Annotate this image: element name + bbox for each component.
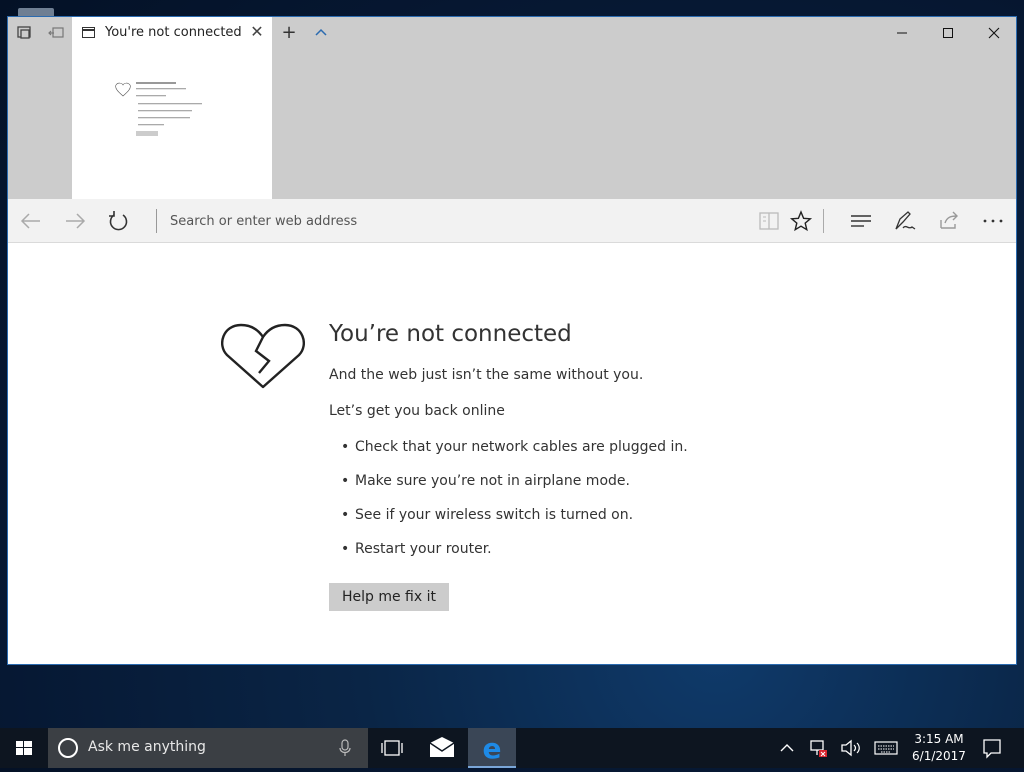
minimize-button[interactable] [882,21,922,45]
tab-active[interactable]: You're not connected ✕ [72,17,272,199]
tab-header[interactable]: You're not connected ✕ [72,17,272,49]
close-window-button[interactable] [974,21,1014,45]
show-hidden-icons-chevron-icon[interactable] [776,728,798,768]
new-tab-button[interactable]: + [276,21,302,45]
book-icon[interactable] [756,209,782,233]
troubleshooting-list: Check that your network cables are plugg… [329,439,688,575]
tab-title: You're not connected [105,25,242,40]
broken-heart-icon [221,323,305,389]
forward-arrow-icon[interactable] [62,209,88,233]
address-separator [156,209,157,233]
clock-time: 3:15 AM [914,732,964,746]
error-prompt: Let’s get you back online [329,403,505,419]
tabs-aside-icon[interactable] [16,25,34,41]
error-title: You’re not connected [329,321,572,347]
clock-date: 6/1/2017 [912,749,966,763]
help-me-fix-it-button[interactable]: Help me fix it [329,583,449,611]
tab-preview-toggle-icon[interactable] [308,21,334,45]
volume-icon[interactable] [838,728,864,768]
svg-text:e: e [483,732,502,765]
start-button[interactable] [0,728,48,768]
list-item: Make sure you’re not in airplane mode. [329,473,688,507]
hub-icon[interactable] [848,209,874,233]
tab-page-icon [82,27,95,38]
microphone-icon[interactable] [338,738,352,758]
address-bar-input[interactable] [170,210,590,232]
mail-icon[interactable] [418,728,466,768]
set-tabs-aside-icon[interactable] [48,25,66,41]
taskbar: Ask me anything e 3:15 AM 6/1/2017 [0,728,1024,768]
back-arrow-icon[interactable] [18,209,44,233]
share-icon[interactable] [936,209,962,233]
list-item: Restart your router. [329,541,688,575]
action-center-icon[interactable] [978,728,1006,768]
edge-browser-window: You're not connected ✕ + Search or enter… [7,16,1017,665]
edge-taskbar-icon[interactable]: e [468,728,516,768]
more-icon[interactable] [980,209,1006,233]
tab-close-button[interactable]: ✕ [248,22,266,42]
pen-icon[interactable] [892,209,918,233]
list-item: See if your wireless switch is turned on… [329,507,688,541]
refresh-icon[interactable] [106,209,132,233]
system-clock[interactable]: 3:15 AM 6/1/2017 [908,731,970,765]
keyboard-icon[interactable] [872,728,900,768]
task-view-icon[interactable] [368,728,416,768]
network-disconnected-icon[interactable] [806,728,832,768]
error-subtitle: And the web just isn’t the same without … [329,367,644,383]
toolbar-separator [823,209,824,233]
tab-preview-thumbnail [115,82,202,136]
navigation-bar [8,199,1016,243]
maximize-button[interactable] [928,21,968,45]
list-item: Check that your network cables are plugg… [329,439,688,473]
title-bar: You're not connected ✕ + [8,17,1016,199]
page-content: You’re not connected And the web just is… [8,243,1016,664]
cortana-search-box[interactable]: Ask me anything [48,728,368,768]
cortana-icon [58,738,78,758]
star-icon[interactable] [788,209,814,233]
search-placeholder: Ask me anything [88,739,206,755]
